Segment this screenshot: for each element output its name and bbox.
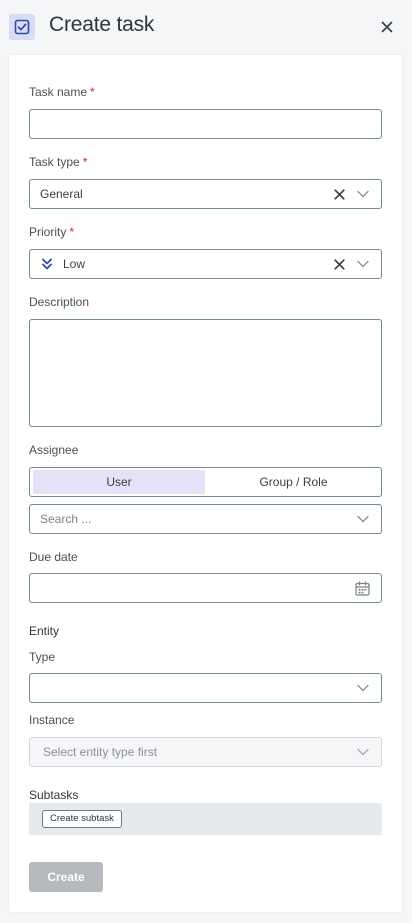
clear-icon[interactable]: [332, 187, 346, 201]
assignee-search-placeholder: Search ...: [40, 512, 92, 526]
due-date-input[interactable]: [29, 573, 382, 603]
entity-instance-placeholder: Select entity type first: [43, 745, 158, 759]
entity-section-title: Entity: [29, 624, 60, 638]
calendar-icon[interactable]: [354, 580, 370, 596]
priority-label: Priority *: [29, 225, 75, 239]
chevron-down-icon: [355, 745, 371, 759]
assignee-search-select[interactable]: Search ...: [29, 504, 382, 534]
double-chevron-down-icon: [40, 257, 54, 271]
priority-value: Low: [63, 257, 86, 271]
assignee-group-role-option[interactable]: Group / Role: [206, 470, 381, 494]
task-type-label: Task type *: [29, 155, 88, 169]
dialog-title: Create task: [49, 13, 155, 36]
assignee-toggle: User Group / Role: [29, 467, 382, 497]
entity-instance-label: Instance: [29, 713, 75, 727]
create-button[interactable]: Create: [29, 862, 103, 892]
task-type-value: General: [40, 187, 83, 201]
subtasks-section-title: Subtasks: [29, 788, 79, 802]
dialog-header: Create task: [0, 0, 412, 54]
task-name-label: Task name *: [29, 85, 95, 99]
chevron-down-icon[interactable]: [355, 512, 371, 526]
description-label: Description: [29, 295, 90, 309]
chevron-down-icon[interactable]: [355, 681, 371, 695]
chevron-down-icon[interactable]: [355, 257, 371, 271]
due-date-label: Due date: [29, 550, 78, 564]
entity-instance-select: Select entity type first: [29, 737, 382, 767]
assignee-label: Assignee: [29, 443, 79, 457]
clear-icon[interactable]: [332, 257, 346, 271]
close-icon[interactable]: [378, 18, 396, 36]
entity-type-select[interactable]: [29, 673, 382, 703]
description-textarea[interactable]: [29, 319, 382, 427]
create-subtask-button[interactable]: Create subtask: [42, 810, 122, 828]
chevron-down-icon[interactable]: [355, 187, 371, 201]
priority-select[interactable]: Low: [29, 249, 382, 279]
task-name-input[interactable]: [29, 109, 382, 139]
subtasks-toolbar: Create subtask: [29, 803, 382, 835]
entity-type-label: Type: [29, 650, 56, 664]
assignee-user-option[interactable]: User: [33, 470, 205, 494]
checkbox-icon: [9, 14, 35, 40]
task-type-select[interactable]: General: [29, 179, 382, 209]
